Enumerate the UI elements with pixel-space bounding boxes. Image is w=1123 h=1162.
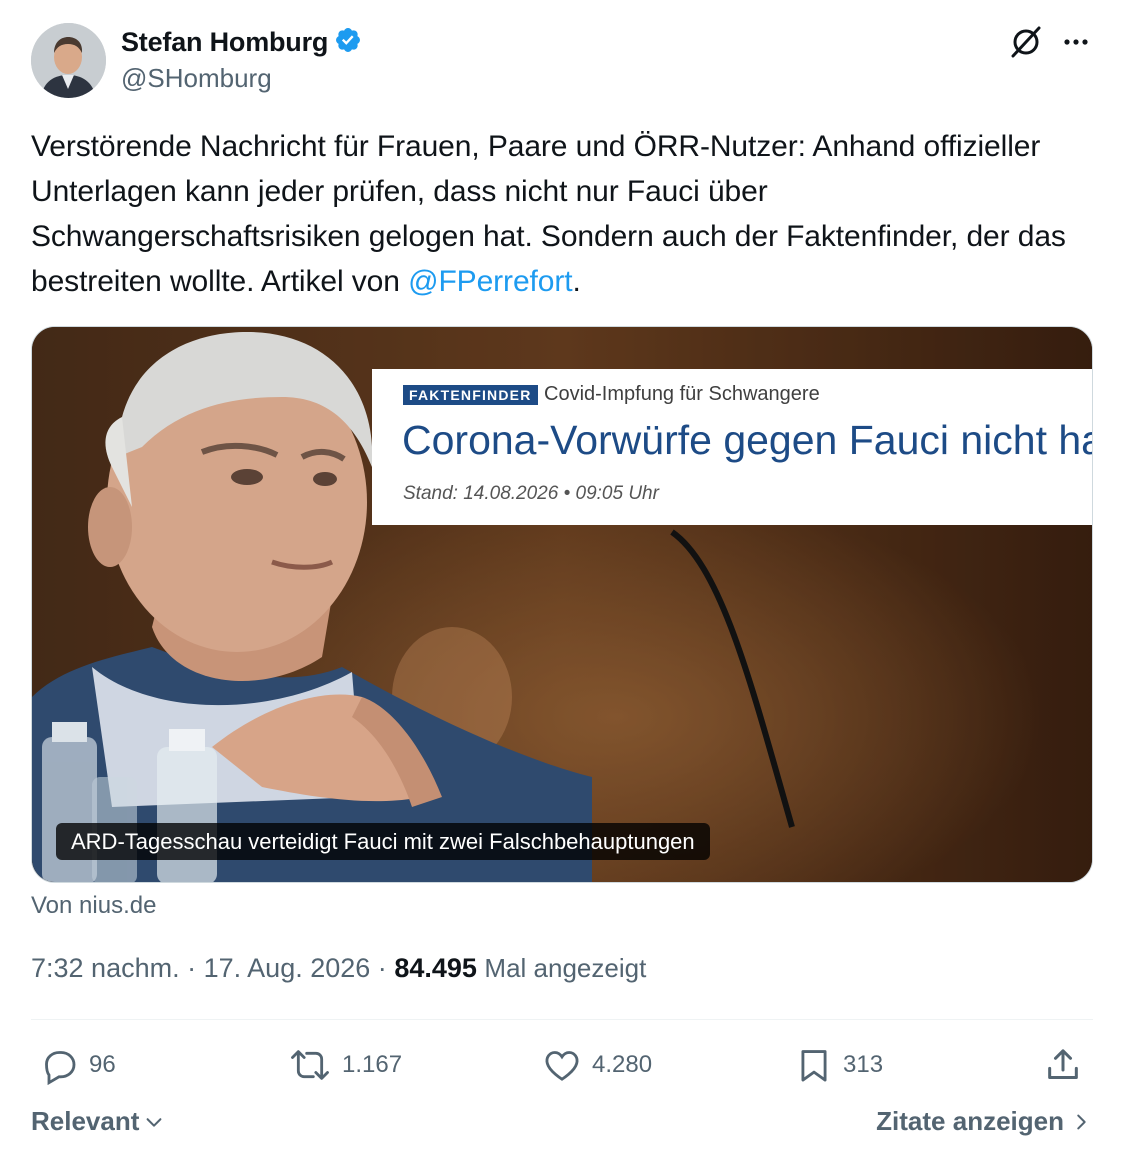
tweet-time[interactable]: 7:32 nachm. — [31, 953, 180, 983]
sort-label: Relevant — [31, 1106, 140, 1136]
author-name-row[interactable]: Stefan Homburg — [121, 25, 362, 59]
link-card[interactable]: FAKTENFINDER Covid-Impfung für Schwanger… — [31, 326, 1093, 883]
bookmark-count: 313 — [843, 1051, 884, 1078]
like-button[interactable]: 4.280 — [542, 1040, 652, 1090]
like-count: 4.280 — [592, 1051, 653, 1078]
action-bar: 96 1.167 4.280 313 — [31, 1040, 1093, 1090]
card-source[interactable]: Von nius.de — [31, 892, 156, 920]
mention-link[interactable]: @FPerrefort — [408, 265, 572, 298]
share-icon — [1048, 1049, 1078, 1079]
tweet-text: Verstörende Nachricht für Frauen, Paare … — [31, 124, 1093, 304]
author-avatar[interactable] — [31, 23, 106, 98]
share-button[interactable] — [1043, 1040, 1083, 1090]
faktenfinder-headline-panel: FAKTENFINDER Covid-Impfung für Schwanger… — [372, 369, 1093, 525]
verified-badge-icon — [334, 26, 362, 59]
chevron-right-icon — [1077, 1114, 1086, 1129]
heart-icon — [545, 1051, 579, 1081]
faktenfinder-badge: FAKTENFINDER — [403, 385, 538, 405]
grok-button[interactable] — [1006, 22, 1046, 62]
chevron-down-icon — [146, 1117, 162, 1127]
sort-replies-button[interactable]: Relevant — [31, 1106, 165, 1137]
reply-icon — [45, 1051, 76, 1085]
tweet-meta: 7:32 nachm. · 17. Aug. 2026 · 84.495 Mal… — [31, 953, 646, 984]
reply-button[interactable]: 96 — [39, 1040, 116, 1090]
bookmark-icon — [801, 1050, 827, 1082]
bookmark-button[interactable]: 313 — [795, 1040, 883, 1090]
view-quotes-link[interactable]: Zitate anzeigen — [876, 1106, 1090, 1137]
meta-separator-2: · — [377, 953, 387, 983]
quotes-label: Zitate anzeigen — [876, 1106, 1064, 1136]
meta-separator: · — [187, 953, 197, 983]
tweet-date[interactable]: 17. Aug. 2026 — [204, 953, 371, 983]
repost-icon — [291, 1050, 329, 1080]
grok-icon — [1011, 26, 1041, 58]
card-caption: ARD-Tagesschau verteidigt Fauci mit zwei… — [56, 823, 710, 860]
faktenfinder-headline: Corona-Vorwürfe gegen Fauci nicht ha — [402, 417, 1093, 463]
tweet-text-end: . — [572, 265, 581, 298]
repost-button[interactable]: 1.167 — [288, 1040, 402, 1090]
faktenfinder-topic: Covid-Impfung für Schwangere — [544, 383, 820, 405]
author-name[interactable]: Stefan Homburg — [121, 27, 328, 58]
repost-count: 1.167 — [342, 1051, 403, 1078]
views-count: 84.495 — [394, 953, 477, 983]
more-options-button[interactable] — [1056, 22, 1096, 62]
views-label: Mal angezeigt — [484, 953, 647, 983]
author-handle[interactable]: @SHomburg — [121, 63, 272, 94]
reply-count: 96 — [89, 1051, 116, 1078]
faktenfinder-timestamp: Stand: 14.08.2026 • 09:05 Uhr — [403, 483, 659, 504]
more-options-icon — [1064, 39, 1088, 45]
divider — [31, 1019, 1093, 1020]
